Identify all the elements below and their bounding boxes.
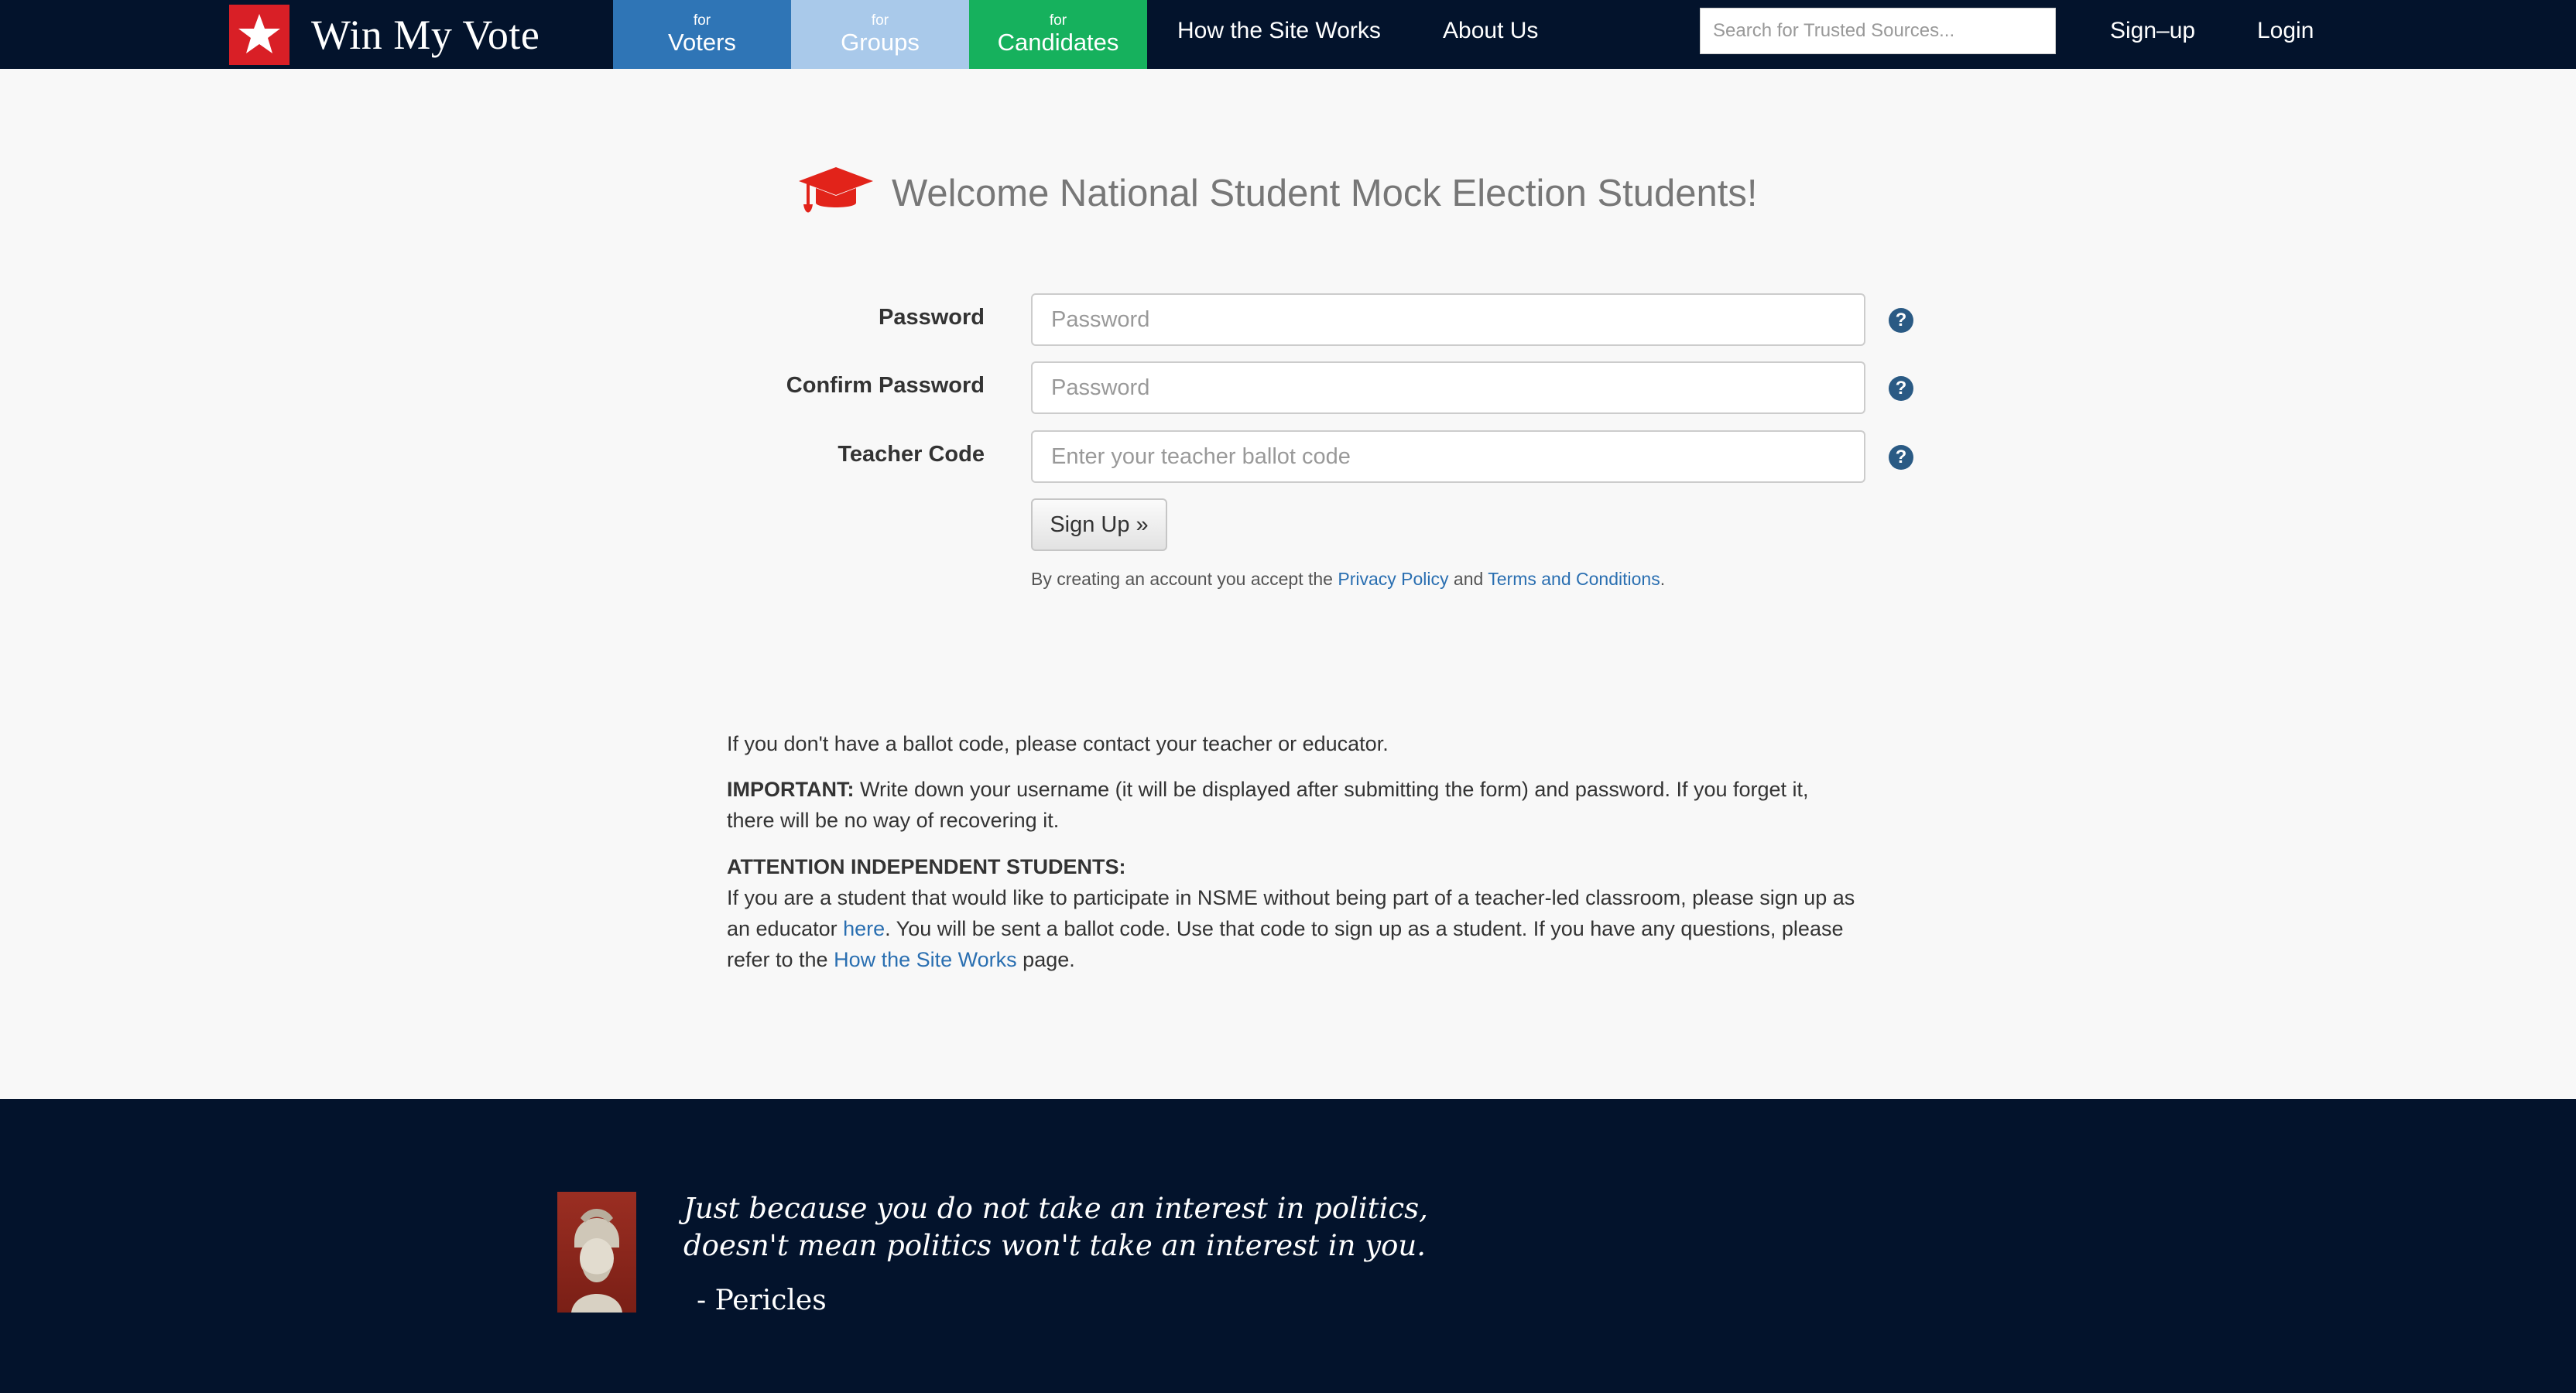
tab-voters-label: Voters bbox=[668, 28, 736, 56]
confirm-password-field[interactable] bbox=[1031, 361, 1865, 414]
page-heading: Welcome National Student Mock Election S… bbox=[797, 163, 1758, 224]
confirm-password-label: Confirm Password bbox=[786, 373, 985, 398]
teacher-code-field[interactable] bbox=[1031, 430, 1865, 483]
terms-suffix: . bbox=[1660, 569, 1666, 589]
tab-voters[interactable]: for Voters bbox=[613, 0, 791, 69]
terms-prefix: By creating an account you accept the bbox=[1031, 569, 1338, 589]
terms-and: and bbox=[1448, 569, 1488, 589]
brand-name: Win My Vote bbox=[311, 11, 540, 58]
quote-line-2: doesn't mean politics won't take an inte… bbox=[683, 1229, 1426, 1262]
tab-groups-label: Groups bbox=[841, 28, 920, 56]
page-title: Welcome National Student Mock Election S… bbox=[892, 173, 1758, 214]
attention-text-3: page. bbox=[1016, 948, 1075, 971]
nav-login-link[interactable]: Login bbox=[2257, 0, 2314, 62]
password-help-icon[interactable]: ? bbox=[1889, 308, 1913, 333]
terms-conditions-link[interactable]: Terms and Conditions bbox=[1488, 569, 1660, 589]
important-label: IMPORTANT: bbox=[727, 778, 855, 801]
confirm-password-help-icon[interactable]: ? bbox=[1889, 376, 1913, 401]
no-ballot-code-note: If you don't have a ballot code, please … bbox=[727, 732, 1389, 755]
footer: Just because you do not take an interest… bbox=[0, 1099, 2576, 1393]
nav-signup-link[interactable]: Sign–up bbox=[2110, 0, 2195, 62]
important-note: IMPORTANT: Write down your username (it … bbox=[727, 774, 1857, 836]
quote-line-1: Just because you do not take an interest… bbox=[683, 1192, 1428, 1225]
attention-label: ATTENTION INDEPENDENT STUDENTS: bbox=[727, 855, 1126, 878]
privacy-policy-link[interactable]: Privacy Policy bbox=[1338, 569, 1448, 589]
tab-candidates[interactable]: for Candidates bbox=[969, 0, 1147, 69]
teacher-code-help-icon[interactable]: ? bbox=[1889, 445, 1913, 470]
teacher-code-label: Teacher Code bbox=[838, 442, 985, 467]
tab-groups-prefix: for bbox=[871, 12, 889, 29]
password-label: Password bbox=[879, 305, 985, 330]
how-site-works-link[interactable]: How the Site Works bbox=[834, 948, 1017, 971]
tab-candidates-prefix: for bbox=[1049, 12, 1067, 29]
important-text: Write down your username (it will be dis… bbox=[727, 778, 1809, 832]
sign-up-button[interactable]: Sign Up » bbox=[1031, 498, 1167, 551]
nav-about-us-link[interactable]: About Us bbox=[1443, 0, 1538, 62]
tab-voters-prefix: for bbox=[693, 12, 711, 29]
nav-how-site-works-link[interactable]: How the Site Works bbox=[1177, 0, 1381, 62]
brand-logo[interactable]: Win My Vote bbox=[229, 0, 540, 69]
footer-quote: Just because you do not take an interest… bbox=[683, 1190, 1428, 1265]
star-icon bbox=[229, 4, 289, 65]
password-field[interactable] bbox=[1031, 293, 1865, 346]
tab-groups[interactable]: for Groups bbox=[791, 0, 969, 69]
graduation-cap-icon bbox=[797, 164, 875, 224]
search-input[interactable] bbox=[1700, 8, 2056, 54]
quote-author: - Pericles bbox=[697, 1285, 827, 1316]
tab-candidates-label: Candidates bbox=[997, 28, 1119, 56]
pericles-portrait-image bbox=[557, 1192, 636, 1313]
top-navbar: Win My Vote for Voters for Groups for Ca… bbox=[0, 0, 2576, 69]
terms-notice: By creating an account you accept the Pr… bbox=[1031, 569, 1665, 590]
attention-note: ATTENTION INDEPENDENT STUDENTS: If you a… bbox=[727, 851, 1857, 975]
educator-here-link[interactable]: here bbox=[843, 917, 885, 940]
